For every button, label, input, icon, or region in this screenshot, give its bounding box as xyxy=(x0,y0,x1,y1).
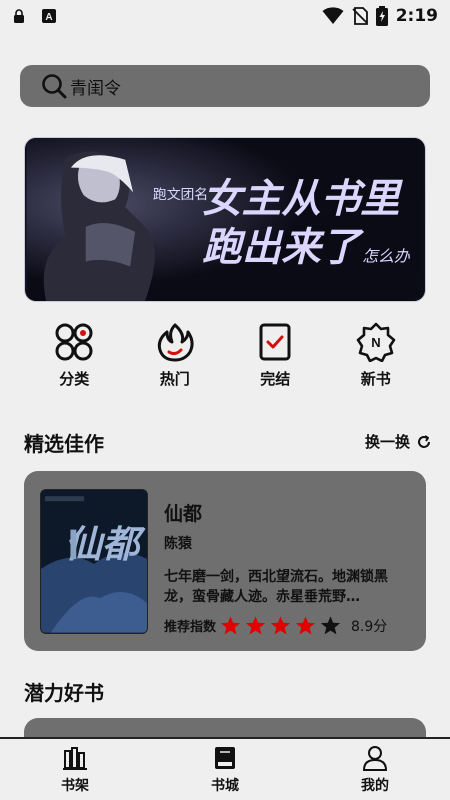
rating-row: 推荐指数 8.9分 xyxy=(164,615,416,636)
star-filled-icon xyxy=(245,616,266,635)
banner-title-suffix: 怎么办 xyxy=(362,246,410,265)
svg-text:A: A xyxy=(45,12,52,23)
category-item-hot[interactable]: 热门 xyxy=(135,322,215,392)
status-bar: A 2:19 xyxy=(0,0,450,32)
rating-stars xyxy=(220,615,341,636)
rating-score: 8.9分 xyxy=(351,618,388,635)
featured-book-card[interactable]: 仙都 仙都 陈猿 七年磨一剑，西北望流石。地渊锁黑龙，蛮骨藏人迹。赤星垂荒野… … xyxy=(24,471,426,651)
star-filled-icon xyxy=(220,616,241,635)
category-label: 分类 xyxy=(59,370,90,388)
banner-image: 跑文团名 女主从书里 跑出来了 怎么办 xyxy=(26,138,424,301)
banner-title-line1: 女主从书里 xyxy=(202,176,403,222)
nav-label: 书城 xyxy=(211,777,239,794)
category-label: 热门 xyxy=(159,370,190,388)
book-title: 仙都 xyxy=(164,503,203,525)
cover-title: 仙都 xyxy=(65,522,146,566)
category-label: 新书 xyxy=(360,370,391,388)
nav-item-profile[interactable]: 我的 xyxy=(330,745,420,795)
book-cover: 仙都 xyxy=(40,489,148,634)
swap-label: 换一换 xyxy=(364,433,410,451)
flame-icon xyxy=(157,323,194,362)
rating-label: 推荐指数 xyxy=(164,620,217,635)
refresh-icon xyxy=(418,434,430,448)
lock-icon xyxy=(14,9,24,23)
clock: 2:19 xyxy=(395,6,438,26)
swap-button[interactable]: 换一换 xyxy=(365,431,432,452)
battery-icon xyxy=(375,6,388,26)
nav-label: 我的 xyxy=(361,777,389,794)
star-empty-icon xyxy=(320,616,341,635)
featured-section-title: 精选佳作 xyxy=(24,432,104,456)
nav-item-bookshelf[interactable]: 书架 xyxy=(30,745,120,795)
no-sim-icon xyxy=(352,7,368,25)
nav-item-bookstore[interactable]: 书城 xyxy=(180,745,270,795)
potential-section-title: 潜力好书 xyxy=(24,681,104,705)
new-badge-icon: N xyxy=(356,322,396,362)
category-item-new[interactable]: N 新书 xyxy=(336,322,416,392)
star-filled-icon xyxy=(295,616,316,635)
a-badge-icon: A xyxy=(42,9,56,23)
category-item-classify[interactable]: 分类 xyxy=(34,322,114,392)
banner-title-line2: 跑出来了 xyxy=(202,224,364,270)
user-icon xyxy=(362,745,388,771)
search-placeholder: 青闺令 xyxy=(70,78,121,99)
bottom-nav: 书架 书城 我的 xyxy=(0,737,450,800)
category-label: 完结 xyxy=(260,370,291,388)
category-row: 分类 热门 完结 N 新书 xyxy=(24,322,426,392)
nav-label: 书架 xyxy=(61,777,89,794)
wifi-icon xyxy=(322,7,344,24)
category-item-finished[interactable]: 完结 xyxy=(235,322,315,392)
svg-text:N: N xyxy=(371,335,380,350)
search-bar[interactable]: 青闺令 xyxy=(20,65,430,107)
star-filled-icon xyxy=(270,616,291,635)
category-grid-icon xyxy=(55,323,93,361)
book-store-icon xyxy=(215,746,235,769)
checklist-icon xyxy=(259,323,291,361)
book-description: 七年磨一剑，西北望流石。地渊锁黑龙，蛮骨藏人迹。赤星垂荒野… xyxy=(164,569,388,605)
search-icon xyxy=(42,74,67,99)
book-author: 陈猿 xyxy=(164,536,192,552)
banner-prefix: 跑文团名 xyxy=(153,187,208,203)
bookshelf-icon xyxy=(63,746,87,770)
banner-carousel[interactable]: 跑文团名 女主从书里 跑出来了 怎么办 xyxy=(24,137,426,302)
